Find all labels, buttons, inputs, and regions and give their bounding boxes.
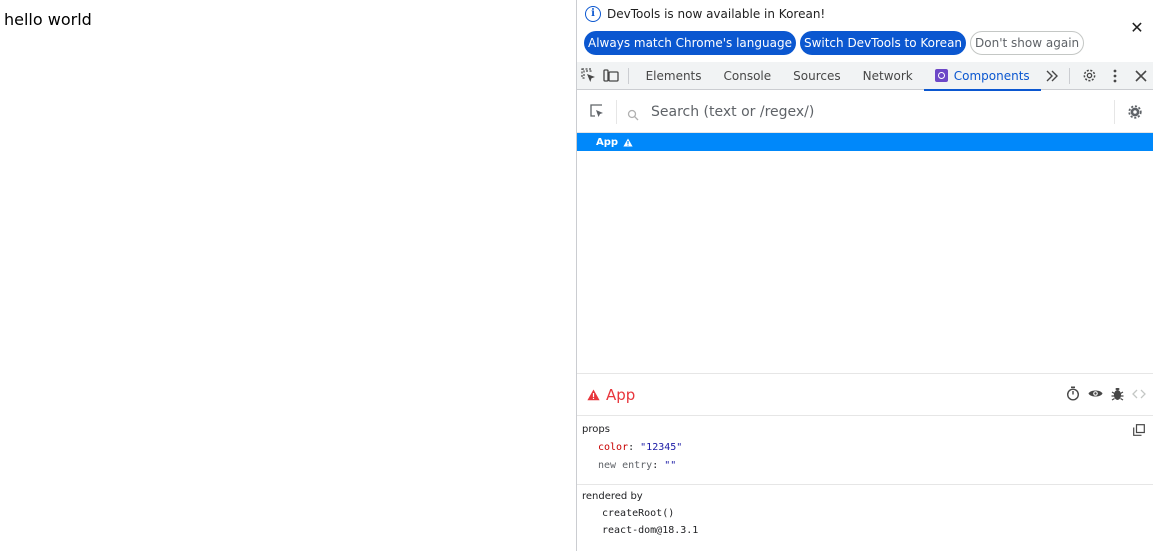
component-tree: App <box>577 133 1153 373</box>
switch-korean-button[interactable]: Switch DevTools to Korean <box>799 31 967 55</box>
components-settings-icon[interactable] <box>1114 100 1153 124</box>
view-source-icon[interactable] <box>1132 389 1146 399</box>
infobar-message: DevTools is now available in Korean! <box>607 7 826 21</box>
devtools-panel: i DevTools is now available in Korean! ✕… <box>576 0 1153 551</box>
tree-row-app[interactable]: App <box>577 133 1153 151</box>
stopwatch-icon[interactable] <box>1066 386 1080 401</box>
components-search-row <box>577 91 1153 133</box>
bug-icon[interactable] <box>1111 387 1124 401</box>
close-icon[interactable]: ✕ <box>1128 18 1146 37</box>
props-section: props color: "12345" new entry: "" <box>577 416 1153 485</box>
kebab-menu-icon[interactable] <box>1102 62 1128 90</box>
language-infobar: i DevTools is now available in Korean! ✕… <box>577 0 1153 62</box>
rendered-by-section: rendered by createRoot() react-dom@18.3.… <box>577 485 1153 542</box>
prop-row-color[interactable]: color: "12345" <box>598 442 1149 453</box>
tree-row-label: App <box>596 136 619 148</box>
page-hello-text: hello world <box>4 10 92 29</box>
warning-icon <box>623 138 633 146</box>
devtools-tabbar: Elements Console Sources Network Compone… <box>577 62 1153 91</box>
select-component-icon[interactable] <box>577 99 617 124</box>
rendered-by-item: createRoot() <box>602 508 675 519</box>
dont-show-again-button[interactable]: Don't show again <box>970 31 1085 55</box>
tab-sources[interactable]: Sources <box>782 62 851 90</box>
prop-separator: : <box>652 460 665 471</box>
prop-key[interactable]: new entry <box>598 460 652 471</box>
tab-components[interactable]: Components <box>923 62 1041 91</box>
tab-components-label: Components <box>953 68 1030 83</box>
prop-separator: : <box>628 442 641 453</box>
tab-network[interactable]: Network <box>852 62 924 90</box>
prop-value[interactable]: "" <box>664 460 676 471</box>
eye-icon[interactable] <box>1088 388 1103 399</box>
search-input[interactable] <box>651 103 1091 120</box>
search-icon <box>627 106 639 120</box>
component-name: App <box>606 385 636 404</box>
toolbar-divider <box>627 67 629 84</box>
component-details: App props color: "12345" new entry: "" r… <box>577 373 1153 551</box>
toolbar-divider-right <box>1069 67 1071 84</box>
prop-key: color <box>598 442 629 453</box>
tab-console[interactable]: Console <box>713 62 783 90</box>
prop-row-new-entry[interactable]: new entry: "" <box>598 460 1149 471</box>
match-language-button[interactable]: Always match Chrome's language <box>584 31 796 55</box>
warning-icon <box>587 389 600 400</box>
inspect-element-icon[interactable] <box>577 62 599 90</box>
details-header: App <box>577 374 1153 416</box>
rendered-by-item: react-dom@18.3.1 <box>602 525 699 536</box>
close-devtools-icon[interactable] <box>1128 62 1153 90</box>
info-icon: i <box>585 6 601 22</box>
tab-elements[interactable]: Elements <box>635 62 713 90</box>
rendered-by-label: rendered by <box>582 491 643 502</box>
props-label: props <box>582 424 610 435</box>
prop-value[interactable]: "12345" <box>640 442 682 453</box>
page-viewport: hello world <box>0 0 576 551</box>
settings-gear-icon[interactable] <box>1076 62 1102 90</box>
more-tabs-icon[interactable] <box>1041 62 1063 90</box>
react-icon <box>934 69 948 82</box>
copy-icon[interactable] <box>1133 424 1145 436</box>
device-toolbar-icon[interactable] <box>599 62 621 90</box>
